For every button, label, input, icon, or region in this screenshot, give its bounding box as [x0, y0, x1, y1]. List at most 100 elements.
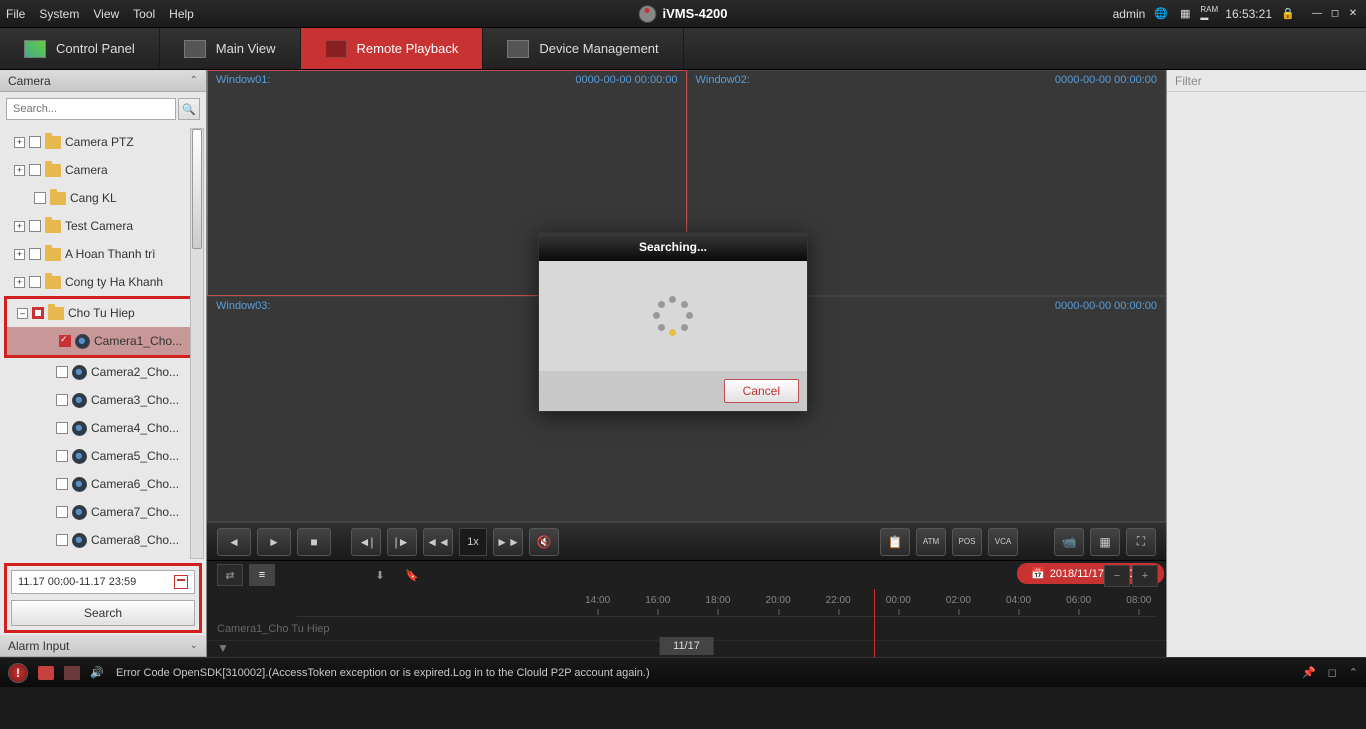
app-title: iVMS-4200 — [638, 5, 727, 23]
status-icon-1[interactable] — [38, 666, 54, 680]
menu-help[interactable]: Help — [169, 7, 194, 21]
download-button[interactable]: 📹 — [1054, 528, 1084, 556]
mute-button[interactable]: 🔇 — [529, 528, 559, 556]
vca-button[interactable]: VCA — [988, 528, 1018, 556]
tree-item[interactable]: +Cong ty Ha Khanh — [0, 268, 206, 296]
camera-search-input[interactable] — [6, 98, 176, 120]
expand-icon[interactable]: ⌃ — [1349, 666, 1358, 679]
folder-icon — [45, 164, 61, 177]
play-button[interactable]: ► — [257, 528, 291, 556]
tree-item-camera[interactable]: Camera5_Cho... — [0, 442, 206, 470]
tree-item[interactable]: Cang KL — [0, 184, 206, 212]
sidebar: Camera⌃ 🔍 +Camera PTZ +Camera Cang KL +T… — [0, 70, 207, 657]
fast-button[interactable]: ►► — [493, 528, 523, 556]
tree-item-camera[interactable]: Camera3_Cho... — [0, 386, 206, 414]
menu-system[interactable]: System — [39, 7, 79, 21]
folder-icon — [48, 307, 64, 320]
statusbar: ! 🔊 Error Code OpenSDK[310002].(AccessTo… — [0, 657, 1366, 687]
status-icon-2[interactable] — [64, 666, 80, 680]
slow-button[interactable]: ◄◄ — [423, 528, 453, 556]
calendar-icon[interactable] — [174, 575, 188, 589]
playback-icon — [325, 40, 347, 58]
date-search-box: 11.17 00:00-11.17 23:59 Search — [4, 563, 202, 633]
camera-icon — [72, 533, 87, 548]
device-icon — [507, 40, 529, 58]
pin-icon[interactable]: 📌 — [1302, 666, 1316, 679]
status-message: Error Code OpenSDK[310002].(AccessToken … — [116, 667, 650, 679]
lock-icon[interactable]: 🔒 — [1280, 7, 1296, 21]
chevron-down-icon: ⌄ — [190, 640, 198, 651]
folder-icon — [45, 248, 61, 261]
loading-spinner-icon — [653, 296, 693, 336]
maximize-button[interactable]: ◻ — [1328, 7, 1342, 21]
tree-item-camera1[interactable]: Camera1_Cho... — [7, 327, 201, 355]
layout-button[interactable]: ▦ — [1090, 528, 1120, 556]
tab-bar: Control Panel Main View Remote Playback … — [0, 28, 1366, 70]
bookmark-icon[interactable]: 🔖 — [399, 564, 425, 586]
playhead[interactable] — [874, 589, 875, 657]
download-icon[interactable]: ⬇ — [367, 564, 393, 586]
timeline: ⇄ ≡ ⬇ 🔖 📅 2018/11/17 00:00:17 − + 14:00 … — [207, 560, 1166, 657]
fullscreen-button[interactable]: ⛶ — [1126, 528, 1156, 556]
filter-icon[interactable]: ▼ — [217, 641, 229, 655]
globe-icon[interactable]: 🌐 — [1153, 7, 1169, 21]
timeline-mode-2-button[interactable]: ≡ — [249, 564, 275, 586]
tree-item[interactable]: +Test Camera — [0, 212, 206, 240]
searching-modal: Searching... Cancel — [538, 232, 808, 412]
search-icon-button[interactable]: 🔍 — [178, 98, 200, 120]
tree-item-camera[interactable]: Camera2_Cho... — [0, 358, 206, 386]
menu-view[interactable]: View — [93, 7, 119, 21]
event-button[interactable]: 📋 — [880, 528, 910, 556]
timeline-ruler[interactable]: 14:00 16:00 18:00 20:00 22:00 00:00 02:0… — [297, 589, 1156, 617]
tree-item[interactable]: +Camera PTZ — [0, 128, 206, 156]
tree-item[interactable]: +A Hoan Thanh trì — [0, 240, 206, 268]
reverse-play-button[interactable]: ◄ — [217, 528, 251, 556]
menu-tool[interactable]: Tool — [133, 7, 155, 21]
camera-icon — [72, 477, 87, 492]
popup-icon[interactable]: ◻ — [1328, 666, 1337, 679]
timeline-mode-1-button[interactable]: ⇄ — [217, 564, 243, 586]
zoom-in-button[interactable]: + — [1132, 565, 1158, 587]
playback-controls: ◄ ► ■ ◄| |► ◄◄ 1x ►► 🔇 📋 ATM POS VCA 📹 — [207, 522, 1166, 560]
speed-display: 1x — [459, 528, 487, 556]
minimize-button[interactable]: — — [1310, 7, 1324, 21]
close-button[interactable]: ✕ — [1346, 7, 1360, 21]
search-button[interactable]: Search — [11, 600, 195, 626]
tab-main-view[interactable]: Main View — [160, 28, 301, 69]
folder-icon — [45, 220, 61, 233]
camera-icon — [72, 449, 87, 464]
folder-icon — [45, 136, 61, 149]
sidebar-header-alarm[interactable]: Alarm Input⌄ — [0, 635, 206, 657]
tree-item-camera[interactable]: Camera7_Cho... — [0, 498, 206, 526]
app-logo-icon — [638, 5, 656, 23]
sidebar-header-camera[interactable]: Camera⌃ — [0, 70, 206, 92]
tree-item[interactable]: +Camera — [0, 156, 206, 184]
prev-frame-button[interactable]: ◄| — [351, 528, 381, 556]
clock: 16:53:21 — [1225, 7, 1272, 21]
cpu-icon[interactable]: ▦ — [1177, 7, 1193, 21]
tree-item-camera[interactable]: Camera8_Cho... — [0, 526, 206, 554]
alert-icon[interactable]: ! — [8, 663, 28, 683]
zoom-out-button[interactable]: − — [1104, 565, 1130, 587]
tab-remote-playback[interactable]: Remote Playback — [301, 28, 484, 69]
highlighted-group: –Cho Tu Hiep Camera1_Cho... — [4, 296, 204, 358]
stop-button[interactable]: ■ — [297, 528, 331, 556]
pos-button[interactable]: POS — [952, 528, 982, 556]
tab-control-panel[interactable]: Control Panel — [0, 28, 160, 69]
titlebar: File System View Tool Help iVMS-4200 adm… — [0, 0, 1366, 28]
tree-item-camera[interactable]: Camera6_Cho... — [0, 470, 206, 498]
camera-icon — [75, 334, 90, 349]
filter-panel: Filter — [1166, 70, 1366, 657]
atm-button[interactable]: ATM — [916, 528, 946, 556]
ram-icon[interactable]: RAM▬ — [1201, 7, 1217, 21]
date-range-input[interactable]: 11.17 00:00-11.17 23:59 — [11, 570, 195, 594]
modal-title: Searching... — [539, 233, 807, 261]
next-frame-button[interactable]: |► — [387, 528, 417, 556]
tree-scrollbar[interactable] — [190, 128, 204, 559]
tree-item-cho-tu-hiep[interactable]: –Cho Tu Hiep — [7, 299, 201, 327]
menu-file[interactable]: File — [6, 7, 25, 21]
tab-device-management[interactable]: Device Management — [483, 28, 683, 69]
cancel-button[interactable]: Cancel — [724, 379, 799, 403]
tree-item-camera[interactable]: Camera4_Cho... — [0, 414, 206, 442]
speaker-icon[interactable]: 🔊 — [90, 666, 106, 680]
